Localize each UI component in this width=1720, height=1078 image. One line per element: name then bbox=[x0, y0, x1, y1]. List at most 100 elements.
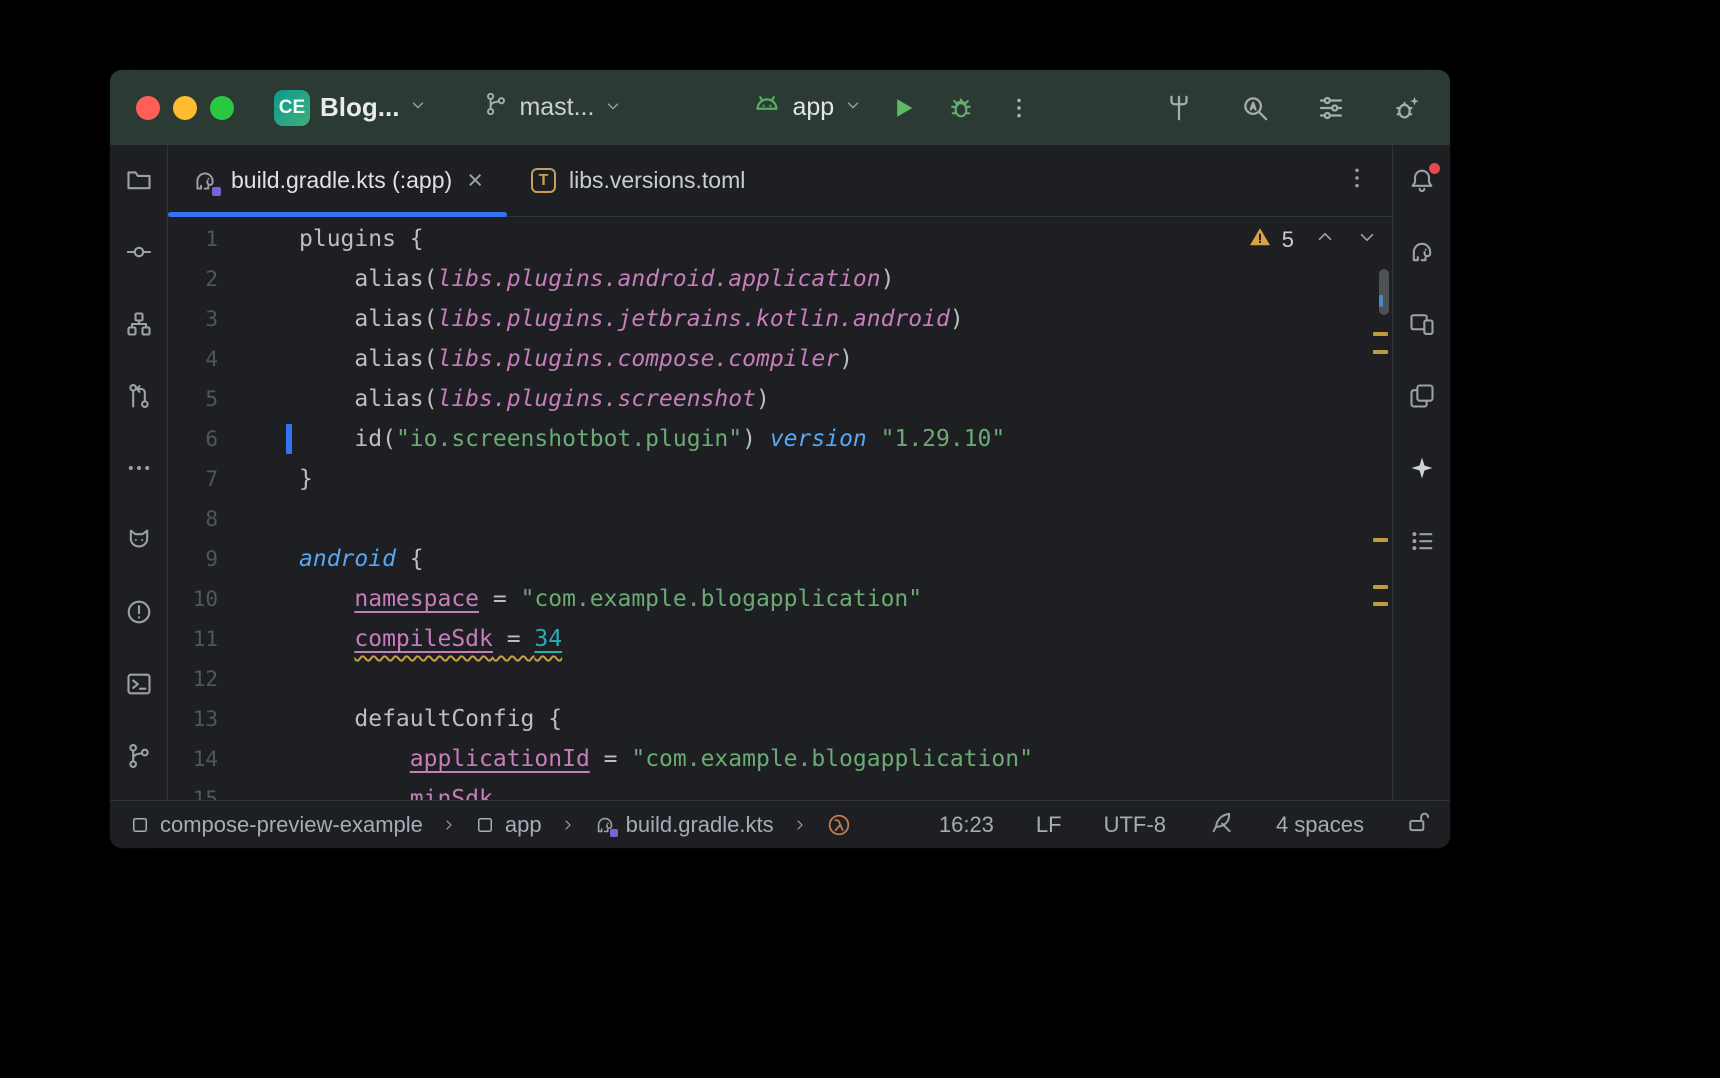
code-line[interactable]: 2 alias(libs.plugins.android.application… bbox=[168, 259, 1392, 299]
code-line[interactable]: 12 bbox=[168, 659, 1392, 699]
line-number[interactable]: 10 bbox=[168, 579, 218, 619]
scrollbar-warning-mark[interactable] bbox=[1373, 332, 1388, 336]
code-line[interactable]: 8 bbox=[168, 499, 1392, 539]
breadcrumb-file[interactable]: build.gradle.kts bbox=[594, 812, 774, 838]
running-devices-button[interactable] bbox=[1408, 310, 1436, 338]
problems-icon bbox=[125, 598, 153, 626]
profiler-button[interactable] bbox=[1390, 91, 1424, 125]
inspections-highlight-widget[interactable] bbox=[1208, 809, 1234, 841]
line-number[interactable]: 15 bbox=[168, 779, 218, 800]
line-number[interactable]: 5 bbox=[168, 379, 218, 419]
right-tool-stripe bbox=[1392, 145, 1450, 800]
gradle-tool-button[interactable] bbox=[1408, 238, 1436, 266]
indent-widget[interactable]: 4 spaces bbox=[1276, 812, 1364, 838]
line-number[interactable]: 3 bbox=[168, 299, 218, 339]
breadcrumb-module[interactable]: app bbox=[475, 812, 542, 838]
line-number[interactable]: 12 bbox=[168, 659, 218, 699]
tab-libs-versions-toml[interactable]: T libs.versions.toml bbox=[507, 145, 769, 216]
project-tool-button[interactable] bbox=[125, 166, 153, 194]
settings-button[interactable] bbox=[1314, 91, 1348, 125]
close-window-button[interactable] bbox=[136, 96, 160, 120]
code-line[interactable]: 13 defaultConfig { bbox=[168, 699, 1392, 739]
editor[interactable]: 1plugins {2 alias(libs.plugins.android.a… bbox=[168, 217, 1392, 800]
inspections-widget[interactable]: 5 bbox=[1248, 225, 1378, 255]
branch-selector[interactable]: mast... bbox=[483, 91, 622, 124]
code-token: = bbox=[479, 586, 521, 612]
code-line[interactable]: 15 minSdk bbox=[168, 779, 1392, 800]
commit-icon bbox=[125, 238, 153, 266]
code-line[interactable]: 6 id("io.screenshotbot.plugin") version … bbox=[168, 419, 1392, 459]
screenshotbot-tool-button[interactable] bbox=[125, 526, 153, 554]
scrollbar-warning-mark[interactable] bbox=[1373, 538, 1388, 542]
scrollbar-info-mark[interactable] bbox=[1379, 295, 1383, 307]
line-separator-widget[interactable]: LF bbox=[1036, 812, 1062, 838]
code-token: defaultConfig { bbox=[299, 706, 562, 732]
code-line[interactable]: 1plugins { bbox=[168, 219, 1392, 259]
tab-options-button[interactable] bbox=[1344, 165, 1370, 196]
device-manager-button[interactable] bbox=[1408, 382, 1436, 410]
line-number[interactable]: 4 bbox=[168, 339, 218, 379]
structure-tool-button[interactable] bbox=[125, 310, 153, 338]
notification-dot bbox=[1429, 163, 1440, 174]
code-line[interactable]: 11 compileSdk = 34 bbox=[168, 619, 1392, 659]
next-problem-button[interactable] bbox=[1356, 226, 1378, 254]
todo-list-button[interactable] bbox=[1408, 526, 1436, 554]
editor-column: build.gradle.kts (:app) × T libs.version… bbox=[168, 145, 1392, 800]
code-line[interactable]: 10 namespace = "com.example.blogapplicat… bbox=[168, 579, 1392, 619]
line-number[interactable]: 13 bbox=[168, 699, 218, 739]
structure-icon bbox=[125, 310, 153, 338]
line-number[interactable]: 6 bbox=[168, 419, 218, 459]
cursor-position-widget[interactable]: 16:23 bbox=[939, 812, 994, 838]
scrollbar-warning-mark[interactable] bbox=[1373, 602, 1388, 606]
tab-build-gradle[interactable]: build.gradle.kts (:app) × bbox=[168, 145, 507, 216]
line-number[interactable]: 1 bbox=[168, 219, 218, 259]
more-run-actions-button[interactable] bbox=[1002, 91, 1036, 125]
branch-name: mast... bbox=[519, 93, 594, 122]
prev-problem-button[interactable] bbox=[1314, 226, 1336, 254]
breadcrumb-project[interactable]: compose-preview-example bbox=[130, 812, 423, 838]
more-tools-button[interactable] bbox=[125, 454, 153, 482]
commit-tool-button[interactable] bbox=[125, 238, 153, 266]
code-area[interactable]: 1plugins {2 alias(libs.plugins.android.a… bbox=[168, 219, 1392, 800]
search-everywhere-button[interactable] bbox=[1238, 91, 1272, 125]
line-number[interactable]: 8 bbox=[168, 499, 218, 539]
line-number[interactable]: 14 bbox=[168, 739, 218, 779]
code-line[interactable]: 7} bbox=[168, 459, 1392, 499]
zoom-window-button[interactable] bbox=[210, 96, 234, 120]
notifications-button[interactable] bbox=[1408, 166, 1436, 194]
lambda-icon[interactable] bbox=[826, 812, 852, 838]
code-token: } bbox=[299, 466, 313, 492]
rake-tool-button[interactable] bbox=[1162, 91, 1196, 125]
code-token: alias( bbox=[299, 266, 437, 292]
code-line[interactable]: 5 alias(libs.plugins.screenshot) bbox=[168, 379, 1392, 419]
line-number[interactable]: 11 bbox=[168, 619, 218, 659]
scrollbar-warning-mark[interactable] bbox=[1373, 350, 1388, 354]
code-line[interactable]: 14 applicationId = "com.example.blogappl… bbox=[168, 739, 1392, 779]
code-line[interactable]: 3 alias(libs.plugins.jetbrains.kotlin.an… bbox=[168, 299, 1392, 339]
run-button[interactable] bbox=[886, 91, 920, 125]
android-device-icon bbox=[752, 90, 782, 125]
encoding-widget[interactable]: UTF-8 bbox=[1104, 812, 1166, 838]
minimize-window-button[interactable] bbox=[173, 96, 197, 120]
breadcrumb-label: build.gradle.kts bbox=[626, 812, 774, 838]
line-number[interactable]: 2 bbox=[168, 259, 218, 299]
line-number[interactable]: 7 bbox=[168, 459, 218, 499]
project-selector[interactable]: CE Blog... bbox=[274, 90, 427, 126]
scrollbar-warning-mark[interactable] bbox=[1373, 585, 1388, 589]
scrollbar-thumb[interactable] bbox=[1379, 269, 1389, 315]
bullet-list-icon bbox=[1408, 526, 1436, 554]
close-tab-icon[interactable]: × bbox=[467, 167, 483, 194]
git-branch-icon bbox=[125, 742, 153, 770]
code-line[interactable]: 9android { bbox=[168, 539, 1392, 579]
code-token: libs.plugins.compose.compiler bbox=[437, 346, 839, 372]
pull-requests-tool-button[interactable] bbox=[125, 382, 153, 410]
file-lock-widget[interactable] bbox=[1406, 809, 1432, 841]
debug-button[interactable] bbox=[944, 91, 978, 125]
ai-assistant-button[interactable] bbox=[1408, 454, 1436, 482]
code-line[interactable]: 4 alias(libs.plugins.compose.compiler) bbox=[168, 339, 1392, 379]
git-tool-button[interactable] bbox=[125, 742, 153, 770]
problems-tool-button[interactable] bbox=[125, 598, 153, 626]
terminal-tool-button[interactable] bbox=[125, 670, 153, 698]
line-number[interactable]: 9 bbox=[168, 539, 218, 579]
device-selector[interactable]: app bbox=[752, 90, 862, 125]
